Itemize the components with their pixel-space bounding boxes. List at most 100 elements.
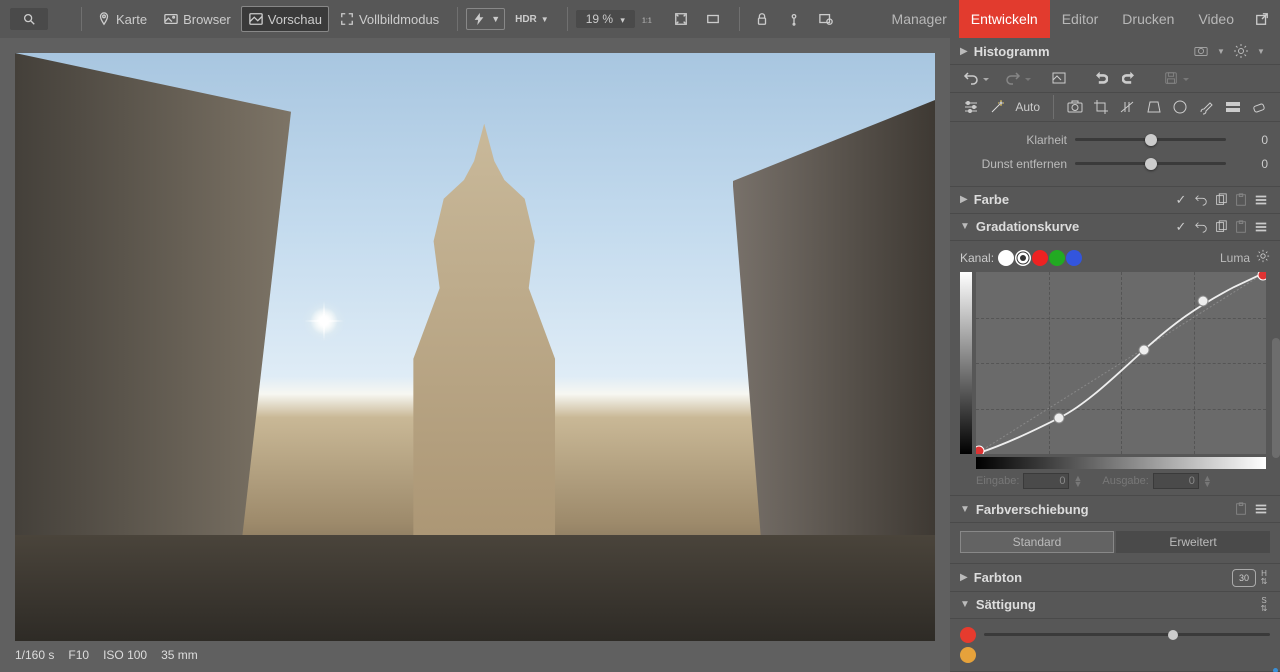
section-saettigung[interactable]: ▼ Sättigung S⇅ — [950, 592, 1280, 619]
chevron-down-icon: ▼ — [491, 14, 500, 24]
section-farbe[interactable]: ▶ Farbe ✓ — [950, 187, 1280, 214]
tool-radial[interactable] — [1167, 93, 1193, 121]
topbar-karte[interactable]: Karte — [90, 7, 153, 31]
compare-icon[interactable] — [699, 7, 727, 31]
zoom-1to1[interactable]: 1:1 — [635, 7, 663, 31]
chevron-down-icon[interactable]: ▼ — [1212, 42, 1230, 60]
tool-eraser[interactable] — [1246, 93, 1272, 121]
channel-green[interactable] — [1049, 250, 1065, 266]
tool-crop[interactable] — [1088, 93, 1114, 121]
channel-invert[interactable] — [1015, 250, 1031, 266]
tool-sliders[interactable] — [958, 93, 984, 121]
paste-icon[interactable] — [1232, 218, 1250, 236]
module-manager[interactable]: Manager — [880, 0, 959, 38]
hs-mini-icon[interactable]: H⇅ — [1258, 570, 1270, 585]
auto-button[interactable]: Auto — [1011, 93, 1045, 121]
clarity-sliders: Klarheit 0 Dunst entfernen 0 — [950, 122, 1280, 187]
tool-gradient[interactable] — [1219, 93, 1245, 121]
zoom-level[interactable]: 19 % ▾ — [576, 10, 635, 28]
seg-erweitert[interactable]: Erweitert — [1116, 531, 1270, 553]
section-histogram[interactable]: ▶ Histogramm ▼ ▼ — [950, 38, 1280, 65]
separator — [1053, 95, 1054, 119]
menu-icon[interactable] — [1252, 218, 1270, 236]
section-curve[interactable]: ▼ Gradationskurve ✓ — [950, 214, 1280, 241]
tool-brush[interactable] — [1193, 93, 1219, 121]
redo-button[interactable] — [1002, 67, 1024, 89]
section-farbverschiebung-label: Farbverschiebung — [976, 502, 1226, 517]
preview-area: 1/160 s F10 ISO 100 35 mm — [0, 38, 950, 672]
copy-icon[interactable] — [1212, 191, 1230, 209]
save-button[interactable] — [1160, 67, 1182, 89]
gear-icon[interactable] — [1256, 249, 1270, 266]
separator — [739, 7, 740, 31]
slider-dunst[interactable] — [1075, 162, 1226, 165]
section-farbverschiebung[interactable]: ▼ Farbverschiebung — [950, 496, 1280, 523]
hdr-label: HDR — [515, 14, 537, 25]
tool-auto-wand[interactable] — [984, 93, 1010, 121]
section-curve-label: Gradationskurve — [976, 219, 1166, 234]
gradient-vertical — [960, 272, 972, 454]
overexposure-button[interactable] — [812, 7, 840, 31]
hdr-dropdown[interactable]: HDR ▼ — [509, 10, 555, 29]
sat-red-slider[interactable] — [984, 633, 1270, 636]
channel-luma[interactable] — [998, 250, 1014, 266]
s-mini-icon[interactable]: S⇅ — [1258, 597, 1270, 612]
scrollbar[interactable] — [1272, 338, 1280, 458]
channel-red[interactable] — [1032, 250, 1048, 266]
curve-body: Kanal: Luma — [950, 241, 1280, 496]
stepper-icon[interactable]: ▲▼ — [1203, 475, 1212, 487]
rotate-right-button[interactable] — [1118, 67, 1140, 89]
eyedropper-button[interactable] — [780, 7, 808, 31]
undo-button[interactable] — [960, 67, 982, 89]
ausgabe-input[interactable] — [1153, 473, 1199, 489]
topbar-browser[interactable]: Browser — [157, 7, 237, 31]
search-input[interactable] — [10, 8, 48, 30]
tool-straighten[interactable] — [1114, 93, 1140, 121]
external-link-button[interactable] — [1252, 9, 1272, 29]
undo-small-icon[interactable] — [1192, 218, 1210, 236]
topbar-vorschau[interactable]: Vorschau — [241, 6, 329, 32]
eingabe-input[interactable] — [1023, 473, 1069, 489]
copy-to-image-button[interactable] — [1048, 67, 1070, 89]
curve-editor[interactable] — [976, 272, 1266, 454]
rotate-left-button[interactable] — [1090, 67, 1112, 89]
check-icon[interactable]: ✓ — [1172, 218, 1190, 236]
paste-icon[interactable] — [1232, 191, 1250, 209]
topbar-vollbild-label: Vollbildmodus — [359, 12, 439, 27]
camera-small-icon[interactable] — [1192, 42, 1210, 60]
module-video[interactable]: Video — [1186, 0, 1246, 38]
lock-button[interactable] — [748, 7, 776, 31]
section-farbton[interactable]: ▶ Farbton 30 H⇅ — [950, 564, 1280, 591]
chevron-down-icon[interactable]: ▼ — [1252, 42, 1270, 60]
flash-dropdown[interactable]: ▼ — [466, 8, 505, 30]
stepper-icon[interactable]: ▲▼ — [1073, 475, 1082, 487]
menu-icon[interactable] — [1252, 191, 1270, 209]
zoom-value: 19 % — [586, 12, 613, 26]
chevron-down-icon: ▼ — [960, 221, 970, 232]
chevron-down-icon: ▼ — [541, 15, 549, 24]
module-editor[interactable]: Editor — [1050, 0, 1111, 38]
copy-icon[interactable] — [1212, 218, 1230, 236]
module-entwickeln[interactable]: Entwickeln — [959, 0, 1050, 38]
channel-blue[interactable] — [1066, 250, 1082, 266]
gear-icon[interactable] — [1232, 42, 1250, 60]
chevron-down-icon: ▼ — [960, 504, 970, 515]
eingabe-label: Eingabe: — [976, 475, 1019, 487]
menu-icon[interactable] — [1252, 500, 1270, 518]
slider-klarheit[interactable] — [1075, 138, 1226, 141]
module-drucken[interactable]: Drucken — [1110, 0, 1186, 38]
topbar-vollbild[interactable]: Vollbildmodus — [333, 7, 445, 31]
seg-standard[interactable]: Standard — [960, 531, 1114, 553]
image-canvas[interactable] — [15, 53, 935, 641]
mode-segment: Standard Erweitert — [960, 531, 1270, 553]
zoom-fit[interactable] — [667, 7, 695, 31]
history-toolbar — [950, 65, 1280, 92]
exif-shutter: 1/160 s — [15, 648, 54, 668]
tool-camera[interactable] — [1062, 93, 1088, 121]
rect-icon — [705, 11, 721, 27]
external-icon — [1254, 11, 1270, 27]
check-icon[interactable]: ✓ — [1172, 191, 1190, 209]
paste-icon[interactable] — [1232, 500, 1250, 518]
undo-small-icon[interactable] — [1192, 191, 1210, 209]
tool-perspective[interactable] — [1141, 93, 1167, 121]
